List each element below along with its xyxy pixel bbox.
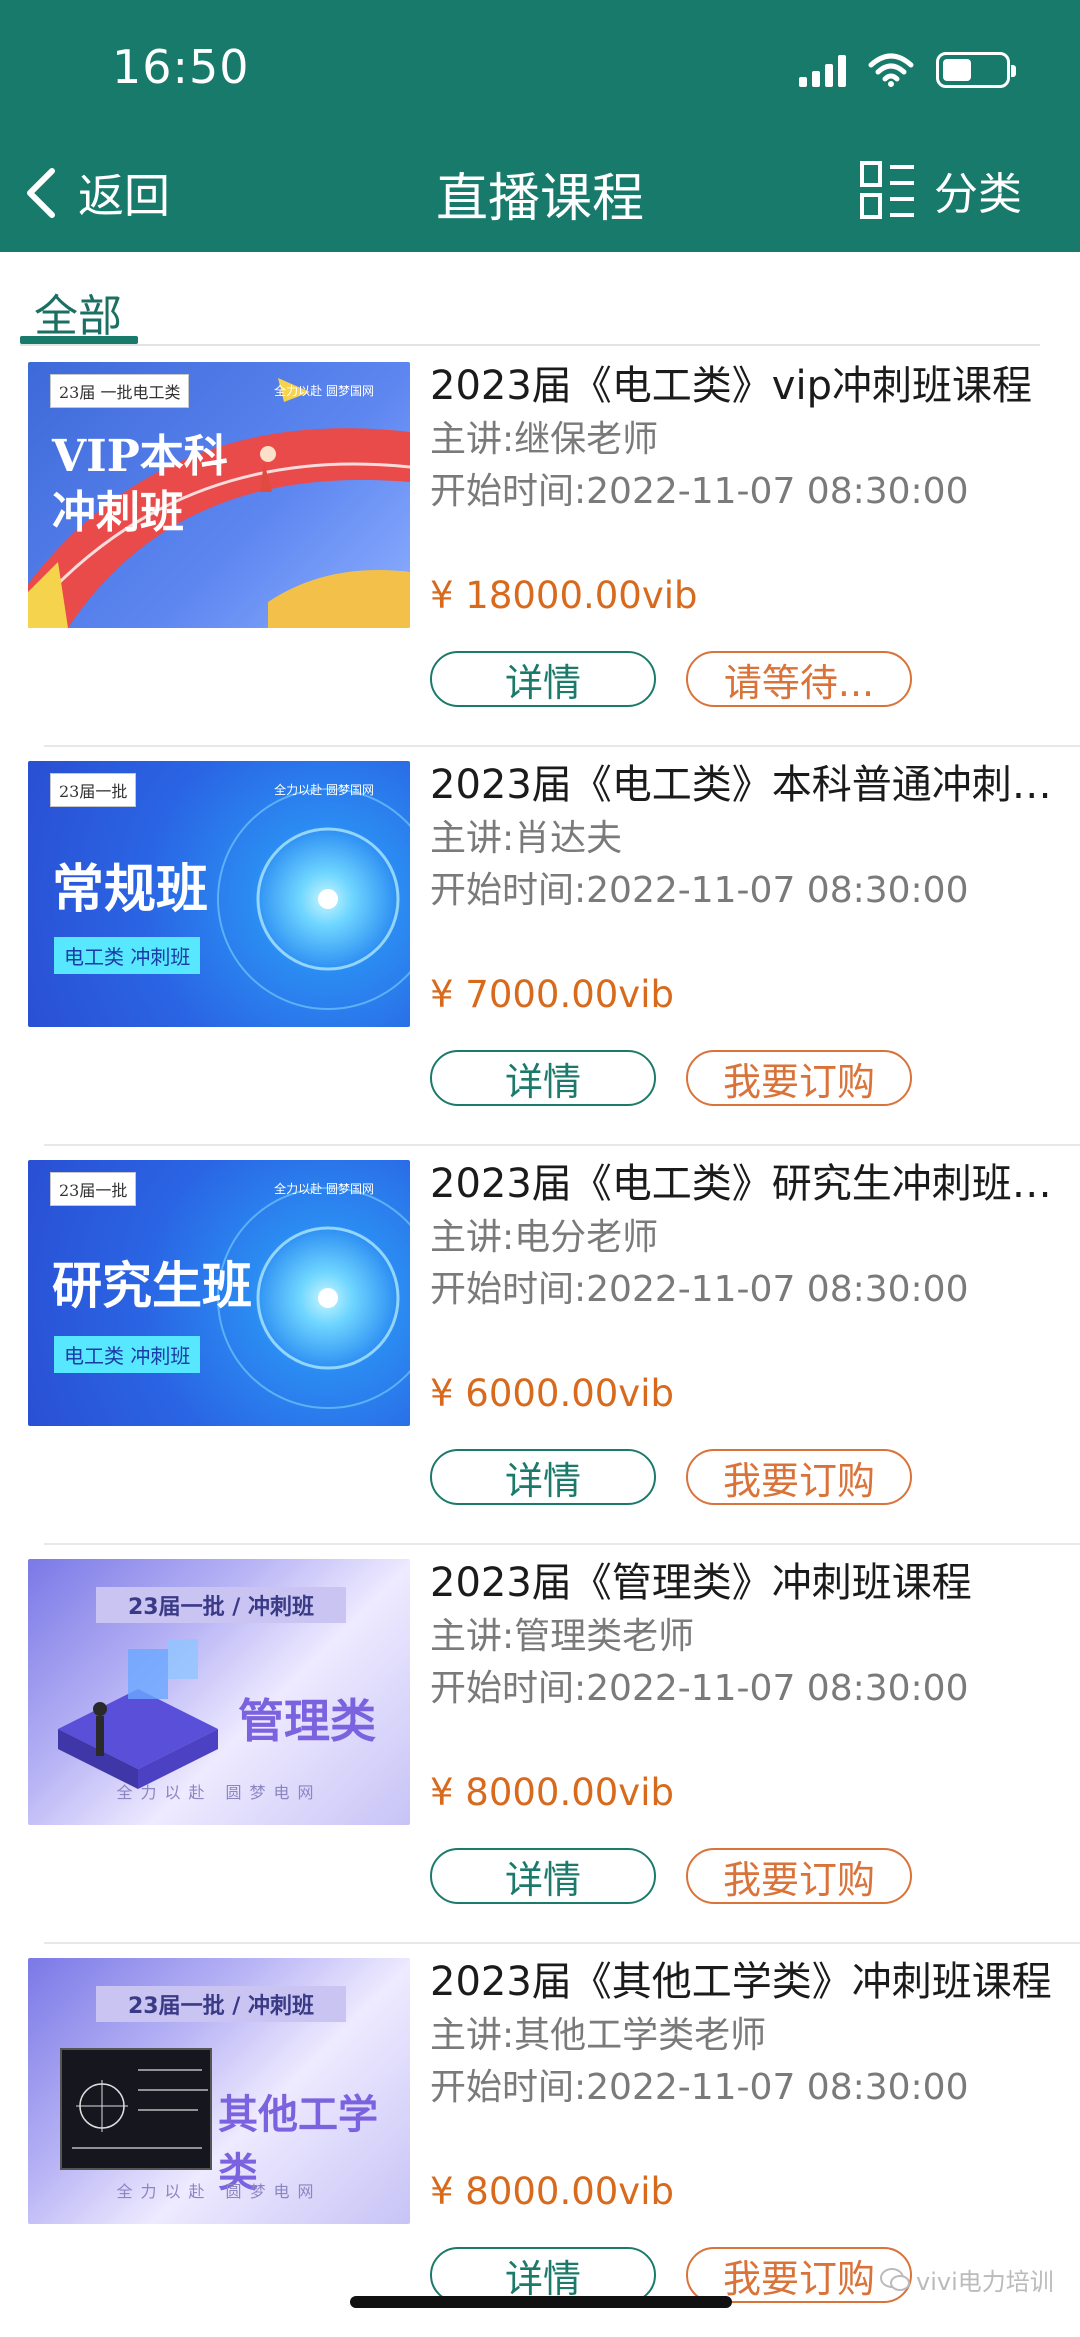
blackboard-illustration — [60, 2048, 212, 2170]
wechat-icon — [880, 2267, 910, 2291]
course-start-time: 开始时间:2022-11-07 08:30:00 — [430, 1668, 969, 1709]
course-price: ¥ 7000.00vib — [430, 973, 674, 1016]
course-price: ¥ 8000.00vib — [430, 2170, 674, 2213]
course-info: 2023届《电工类》研究生冲刺班课程 主讲:电分老师 开始时间:2022-11-… — [430, 1156, 1080, 1420]
category-icon — [860, 161, 914, 219]
thumb-motto: 全力以赴 圆梦国网 — [274, 783, 374, 797]
thumb-motto: 全力以赴 圆梦国网 — [274, 1182, 374, 1196]
watermark-text: vivi电力培训 — [916, 2268, 1054, 2296]
category-button[interactable]: 分类 — [860, 158, 1022, 222]
thumb-title: 研究生班 — [52, 1256, 252, 1315]
course-title: 2023届《电工类》vip冲刺班课程 — [430, 363, 1032, 409]
thumb-tag: 23届一批 / 冲刺班 — [96, 1986, 346, 2022]
tab-bar: 全部 — [0, 252, 1080, 346]
order-button[interactable]: 我要订购 — [686, 1848, 912, 1904]
course-item[interactable]: 23届一批 全力以赴 圆梦国网 研究生班 电工类 冲刺班 2023届《电工类》研… — [0, 1144, 1080, 1543]
formula-lines — [72, 2069, 208, 2149]
thumb-motto: 全力以赴 圆梦电网 — [116, 2182, 322, 2201]
course-start-time: 开始时间:2022-11-07 08:30:00 — [430, 471, 969, 512]
thumb-subtitle: 冲刺班 — [52, 487, 184, 538]
course-teacher: 主讲:其他工学类老师 — [430, 2015, 767, 2056]
detail-button[interactable]: 详情 — [430, 1449, 656, 1505]
course-price: ¥ 8000.00vib — [430, 1771, 674, 1814]
course-title: 2023届《其他工学类》冲刺班课程 — [430, 1959, 1052, 2005]
course-item[interactable]: 23届一批 全力以赴 圆梦国网 常规班 电工类 冲刺班 2023届《电工类》本科… — [0, 745, 1080, 1144]
course-list: 23届 一批电工类 全力以赴 圆梦国网 VIP本科 冲刺班 2023届《电工类》… — [0, 346, 1080, 2337]
course-teacher: 主讲:肖达夫 — [430, 818, 623, 859]
course-item[interactable]: 23届 一批电工类 全力以赴 圆梦国网 VIP本科 冲刺班 2023届《电工类》… — [0, 346, 1080, 745]
course-thumbnail: 23届 一批电工类 全力以赴 圆梦国网 VIP本科 冲刺班 — [28, 362, 410, 628]
header: 16:50 返回 直播课程 分类 — [0, 0, 1080, 252]
thumb-title: VIP本科 — [52, 431, 228, 482]
watermark: vivi电力培训 — [880, 2262, 1054, 2297]
cellular-signal-icon — [799, 53, 846, 87]
status-time: 16:50 — [112, 40, 250, 94]
course-actions: 详情 我要订购 — [430, 2247, 912, 2303]
course-price: ¥ 6000.00vib — [430, 1372, 674, 1415]
wait-button[interactable]: 请等待... — [686, 651, 912, 707]
course-info: 2023届《管理类》冲刺班课程 主讲:管理类老师 开始时间:2022-11-07… — [430, 1555, 1080, 1819]
course-teacher: 主讲:继保老师 — [430, 419, 659, 460]
detail-button[interactable]: 详情 — [430, 651, 656, 707]
course-thumbnail: 23届一批 / 冲刺班 管理类 全力以赴 圆梦电网 — [28, 1559, 410, 1825]
course-teacher: 主讲:电分老师 — [430, 1217, 659, 1258]
thumb-tag: 23届一批 — [50, 1172, 137, 1206]
course-actions: 详情 我要订购 — [430, 1449, 912, 1505]
thumb-title: 管理类 — [238, 1694, 376, 1748]
course-thumbnail: 23届一批 全力以赴 圆梦国网 研究生班 电工类 冲刺班 — [28, 1160, 410, 1426]
course-price: ¥ 18000.00vib — [430, 574, 698, 617]
course-item[interactable]: 23届一批 / 冲刺班 管理类 全力以赴 圆梦电网 2023届《管理类》冲刺班课… — [0, 1543, 1080, 1942]
home-indicator[interactable] — [350, 2296, 732, 2308]
course-actions: 详情 请等待... — [430, 651, 912, 707]
order-button[interactable]: 我要订购 — [686, 1050, 912, 1106]
detail-button[interactable]: 详情 — [430, 1848, 656, 1904]
tab-all[interactable]: 全部 — [34, 280, 122, 344]
detail-button[interactable]: 详情 — [430, 1050, 656, 1106]
course-start-time: 开始时间:2022-11-07 08:30:00 — [430, 870, 969, 911]
thumb-tag: 23届一批 / 冲刺班 — [96, 1587, 346, 1623]
course-start-time: 开始时间:2022-11-07 08:30:00 — [430, 1269, 969, 1310]
battery-icon — [936, 52, 1016, 88]
thumb-subtitle: 电工类 冲刺班 — [54, 937, 201, 974]
order-button[interactable]: 我要订购 — [686, 1449, 912, 1505]
course-title: 2023届《管理类》冲刺班课程 — [430, 1560, 972, 1606]
course-thumbnail: 23届一批 / 冲刺班 其他工学类 全力以赴 圆梦电网 — [28, 1958, 410, 2224]
status-icons — [799, 52, 1016, 88]
course-info: 2023届《电工类》本科普通冲刺班课程 主讲:肖达夫 开始时间:2022-11-… — [430, 757, 1080, 1021]
course-title: 2023届《电工类》研究生冲刺班课程 — [430, 1161, 1080, 1207]
course-info: 2023届《电工类》vip冲刺班课程 主讲:继保老师 开始时间:2022-11-… — [430, 358, 1080, 622]
detail-button[interactable]: 详情 — [430, 2247, 656, 2303]
course-actions: 详情 我要订购 — [430, 1050, 912, 1106]
course-start-time: 开始时间:2022-11-07 08:30:00 — [430, 2067, 969, 2108]
thumb-motto: 全力以赴 圆梦国网 — [274, 384, 374, 398]
course-teacher: 主讲:管理类老师 — [430, 1616, 695, 1657]
course-thumbnail: 23届一批 全力以赴 圆梦国网 常规班 电工类 冲刺班 — [28, 761, 410, 1027]
order-button[interactable]: 我要订购 — [686, 2247, 912, 2303]
thumb-motto: 全力以赴 圆梦电网 — [116, 1783, 322, 1802]
course-title: 2023届《电工类》本科普通冲刺班课程 — [430, 762, 1080, 808]
thumb-tag: 23届一批 — [50, 773, 137, 807]
course-info: 2023届《其他工学类》冲刺班课程 主讲:其他工学类老师 开始时间:2022-1… — [430, 1954, 1080, 2218]
thumb-tag: 23届 一批电工类 — [50, 374, 190, 408]
tab-active-indicator — [20, 336, 138, 344]
thumb-title: 常规班 — [52, 859, 209, 920]
course-actions: 详情 我要订购 — [430, 1848, 912, 1904]
thumb-subtitle: 电工类 冲刺班 — [54, 1336, 201, 1373]
category-label: 分类 — [934, 169, 1022, 220]
wifi-icon — [868, 53, 914, 87]
